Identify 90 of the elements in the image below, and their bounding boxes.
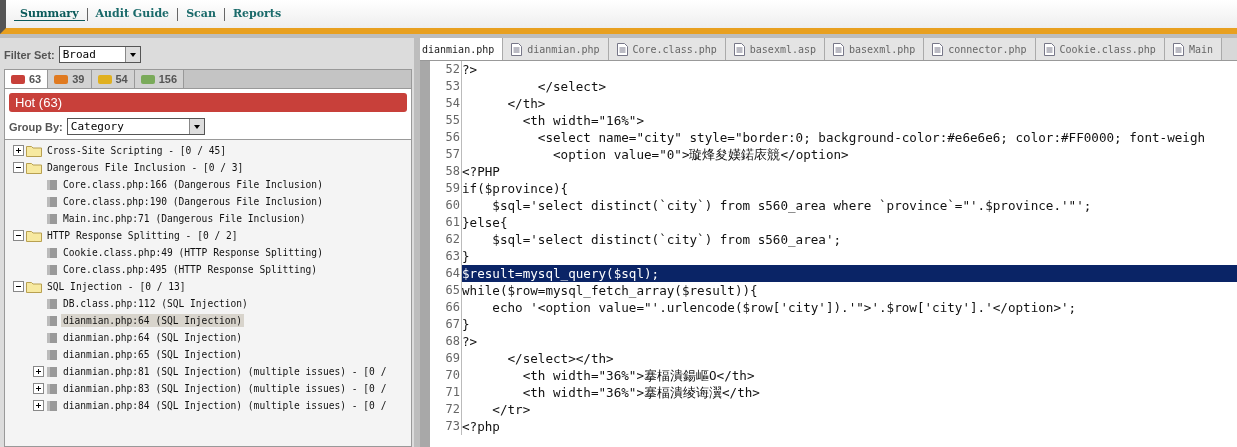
file-icon [46, 212, 58, 225]
expand-toggle[interactable] [33, 366, 44, 377]
code-line: </th> [506, 95, 547, 112]
code-line: }else{ [462, 214, 509, 231]
document-icon [1172, 42, 1184, 56]
file-icon [46, 382, 58, 395]
tree-item[interactable]: dianmian.php:64 (SQL Injection) [61, 331, 245, 344]
nav-link[interactable]: Summary [14, 7, 85, 21]
code-line: <th width="16%"> [521, 112, 645, 129]
group-by-dropdown[interactable]: Category [66, 118, 205, 135]
code-line: <?php [462, 418, 501, 435]
document-icon [511, 42, 523, 56]
file-icon [46, 399, 58, 412]
file-icon [46, 348, 58, 361]
tree-item[interactable]: Main.inc.php:71 (Dangerous File Inclusion) [61, 212, 308, 225]
file-icon [46, 195, 58, 208]
file-icon [46, 365, 58, 378]
file-icon [46, 246, 58, 259]
code-line: echo '<option value="'.urlencode($row['city']).'">'.$row['city'].'</option>'; [491, 299, 1078, 316]
document-icon [616, 42, 628, 56]
filter-set-label: Filter Set: [4, 48, 55, 61]
file-tab[interactable]: Main [1164, 38, 1222, 60]
tree-item[interactable]: DB.class.php:112 (SQL Injection) [61, 297, 250, 310]
severity-tab[interactable]: 54 [91, 70, 135, 88]
filter-set-dropdown[interactable]: Broad [58, 46, 141, 63]
tree-item[interactable]: HTTP Response Splitting - [0 / 2] [45, 229, 240, 242]
severity-tab[interactable]: 63 [5, 70, 49, 88]
code-line: ?> [462, 61, 479, 78]
tree-item[interactable]: dianmian.php:81 (SQL Injection) (multiple issues) - [0 / [61, 365, 389, 378]
file-tab[interactable]: Cookie.class.php [1035, 38, 1165, 60]
code-line: <select name="city" style="border:0; background-color:#e6e6e6; color:#FF0000; font-weigh [536, 129, 1207, 146]
code-line: } [462, 248, 471, 265]
caret-icon [124, 47, 140, 62]
file-icon [46, 263, 58, 276]
tree-item[interactable]: dianmian.php:65 (SQL Injection) [61, 348, 245, 361]
tree-item[interactable]: SQL Injection - [0 / 13] [45, 280, 188, 293]
code-line: <th width="36%">搴楅潰鍚嶇О</th> [521, 367, 756, 384]
folder-icon [26, 144, 42, 157]
code-line: </select></th> [506, 350, 615, 367]
hot-bar: Hot (63) [9, 93, 407, 112]
code-line: } [462, 316, 471, 333]
code-line: </tr> [491, 401, 532, 418]
code-line: if($province){ [462, 180, 570, 197]
tree-item[interactable]: Cross-Site Scripting - [0 / 45] [45, 144, 229, 157]
tree-item[interactable]: Dangerous File Inclusion - [0 / 3] [45, 161, 246, 174]
tree-item[interactable]: dianmian.php:83 (SQL Injection) (multiple issues) - [0 / [61, 382, 389, 395]
severity-tab[interactable]: 156 [134, 70, 185, 88]
file-tab[interactable]: Core.class.php [608, 38, 726, 60]
nav-link[interactable]: Audit Guide [89, 7, 176, 21]
document-icon [932, 42, 944, 56]
document-icon [733, 42, 745, 56]
tree-item[interactable]: Core.class.php:495 (HTTP Response Splitting) [61, 263, 320, 276]
collapse-toggle[interactable] [13, 162, 24, 173]
file-tab[interactable]: dianmian.php [503, 38, 609, 60]
tree-item[interactable]: Core.class.php:166 (Dangerous File Inclusion) [61, 178, 325, 191]
tree-item[interactable]: Cookie.class.php:49 (HTTP Response Splitting) [61, 246, 325, 259]
file-icon [46, 178, 58, 191]
code-line: <th width="36%">搴楅潰绫诲瀷</th> [521, 384, 761, 401]
folder-icon [26, 161, 42, 174]
file-icon [46, 297, 58, 310]
folder-icon [26, 229, 42, 242]
collapse-toggle[interactable] [13, 230, 24, 241]
file-tab[interactable]: dianmian.php [420, 38, 504, 60]
folder-icon [26, 280, 42, 293]
nav-link[interactable]: Reports [226, 7, 288, 21]
file-tab[interactable]: basexml.php [825, 38, 925, 60]
code-line: <?PHP [462, 163, 501, 180]
tree-item[interactable]: Core.class.php:190 (Dangerous File Inclusion) [61, 195, 325, 208]
file-icon [46, 331, 58, 344]
expand-toggle[interactable] [33, 400, 44, 411]
document-icon [833, 42, 845, 56]
collapse-toggle[interactable] [13, 281, 24, 292]
code-line: $sql='select distinct(`city`) from s560_area where `province`="'.$province.'"'; [491, 197, 1093, 214]
tree-item[interactable]: dianmian.php:64 (SQL Injection) [61, 314, 245, 327]
document-icon [1043, 42, 1055, 56]
file-tab[interactable]: basexml.asp [725, 38, 826, 60]
caret-icon [188, 119, 204, 134]
group-by-label: Group By: [9, 120, 63, 133]
code-line: </select> [536, 78, 608, 95]
severity-tab[interactable]: 39 [48, 70, 92, 88]
expand-toggle[interactable] [33, 383, 44, 394]
code-line: $sql='select distinct(`city`) from s560_area'; [491, 231, 843, 248]
nav-link[interactable]: Scan [180, 7, 222, 21]
file-tab[interactable]: connector.php [924, 38, 1036, 60]
code-line: <option value="0">璇烽夋嫨鍩庡競</option> [552, 146, 850, 163]
expand-toggle[interactable] [13, 145, 24, 156]
code-line: ?> [462, 333, 479, 350]
code-line: while($row=mysql_fetch_array($result)){ [462, 282, 759, 299]
file-icon [46, 314, 58, 327]
tree-item[interactable]: dianmian.php:84 (SQL Injection) (multiple issues) - [0 / [61, 399, 389, 412]
